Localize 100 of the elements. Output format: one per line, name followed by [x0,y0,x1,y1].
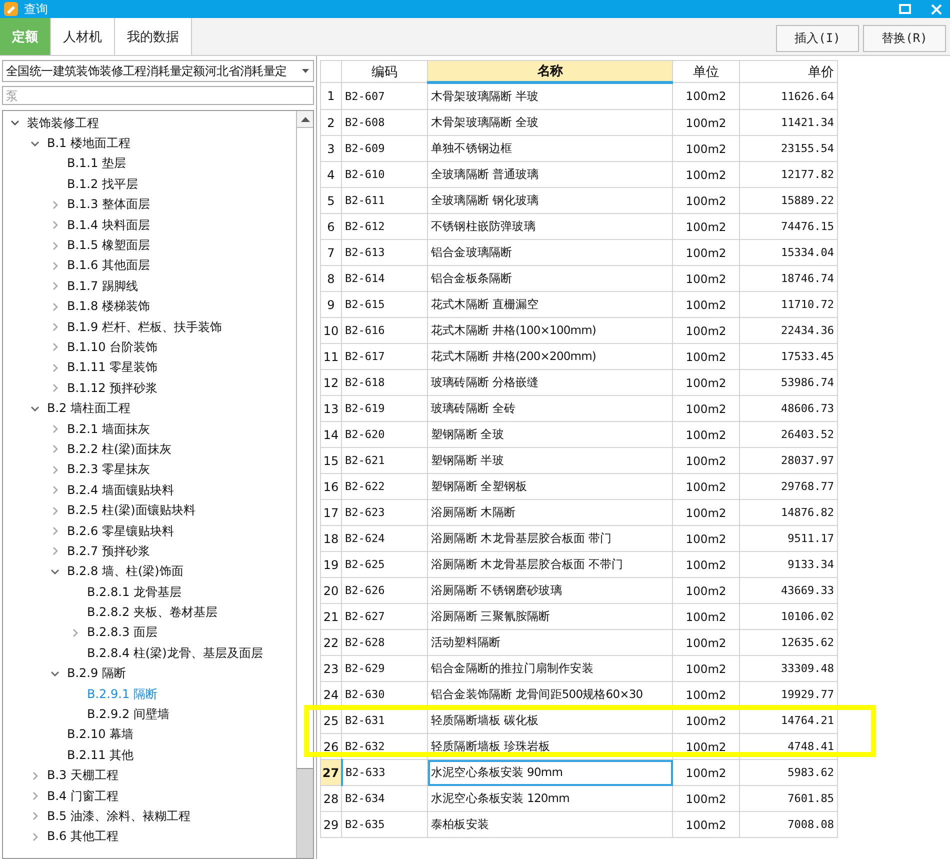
row-number[interactable]: 7 [320,240,342,266]
tree-item[interactable]: B.1.11 零星装饰 [67,359,158,376]
row-number[interactable]: 27 [320,760,342,786]
row-number[interactable]: 22 [320,630,342,656]
tree-item[interactable]: B.1.4 块料面层 [67,216,150,234]
row-number[interactable]: 9 [320,292,342,318]
chevron-right-icon[interactable] [51,221,59,230]
tree-item[interactable]: B.1.2 找平层 [67,176,138,193]
chevron-right-icon[interactable] [51,200,59,209]
row-number[interactable]: 28 [320,786,342,812]
chevron-right-icon[interactable] [51,242,59,250]
row-number[interactable]: 6 [320,214,342,240]
tree-item[interactable]: B.1.5 橡塑面层 [67,237,150,254]
library-dropdown[interactable]: 全国统一建筑装饰装修工程消耗量定额河北省消耗量定 [2,60,314,82]
row-number[interactable]: 19 [320,552,342,578]
tree-item[interactable]: B.1.9 栏杆、栏板、扶手装饰 [67,318,222,336]
chevron-right-icon[interactable] [51,486,59,494]
chevron-right-icon[interactable] [31,812,39,820]
tree-item[interactable]: B.2.7 预拌砂浆 [67,542,150,560]
tree-item[interactable]: B.1.1 垫层 [67,155,126,172]
tree-item[interactable]: B.1.3 整体面层 [67,196,150,214]
row-number[interactable]: 1 [320,82,342,110]
tree-item[interactable]: 装饰装修工程 [27,114,99,132]
chevron-right-icon[interactable] [51,547,59,556]
chevron-down-icon[interactable] [51,670,59,678]
row-number[interactable]: 15 [320,448,342,474]
maximize-icon[interactable] [899,4,911,14]
row-number[interactable]: 3 [320,136,342,162]
tree-item[interactable]: B.2.9.2 间壁墙 [87,706,170,724]
chevron-down-icon[interactable] [51,568,59,576]
chevron-right-icon[interactable] [51,506,59,515]
chevron-right-icon[interactable] [51,282,59,290]
tree-item[interactable]: B.2.2 柱(梁)面抹灰 [67,440,172,458]
row-number[interactable]: 14 [320,422,342,448]
chevron-down-icon[interactable] [31,140,39,148]
chevron-right-icon[interactable] [51,425,59,434]
tree-item[interactable]: B.2.8 墙、柱(梁)饰面 [67,563,184,580]
chevron-right-icon[interactable] [51,302,59,311]
tree-item[interactable]: B.5 油漆、涂料、裱糊工程 [47,808,190,825]
tree-item[interactable]: B.2.8.3 面层 [87,624,158,642]
row-number[interactable]: 10 [320,318,342,344]
search-field[interactable]: 泵 [2,86,314,105]
row-number[interactable]: 21 [320,604,342,630]
row-number[interactable]: 12 [320,370,342,396]
column-header[interactable]: 编码 [342,60,428,82]
row-number[interactable]: 13 [320,396,342,422]
row-number[interactable]: 23 [320,656,342,682]
row-number[interactable]: 29 [320,812,342,838]
tree-item[interactable]: B.1.6 其他面层 [67,257,150,274]
row-number[interactable]: 25 [320,708,342,734]
row-number[interactable]: 5 [320,188,342,214]
tree-item[interactable]: B.2.4 墙面镶贴块料 [67,482,174,499]
chevron-right-icon[interactable] [71,628,79,637]
chevron-right-icon[interactable] [51,384,59,392]
tree-item[interactable]: B.1.8 楼梯装饰 [67,298,150,316]
tree-item[interactable]: B.2 墙柱面工程 [47,400,130,418]
tree-item[interactable]: B.2.9.1 隔断 [87,686,158,703]
chevron-right-icon[interactable] [51,343,59,352]
column-header[interactable]: 名称 [428,60,672,82]
chevron-right-icon[interactable] [51,527,59,535]
tree-item[interactable]: B.2.9 隔断 [67,665,126,682]
row-number[interactable]: 24 [320,682,342,708]
row-number[interactable]: 18 [320,526,342,552]
row-number[interactable]: 16 [320,474,342,500]
row-number[interactable]: 17 [320,500,342,526]
toolbar-button[interactable]: 插入(I) [776,25,859,52]
toolbar-button[interactable]: 替换(R) [863,25,946,52]
chevron-right-icon[interactable] [31,832,39,841]
tree-item[interactable]: B.2.8.4 柱(梁)龙骨、基层及面层 [87,644,263,662]
tree-item[interactable]: B.2.6 零星镶贴块料 [67,522,174,540]
chevron-right-icon[interactable] [31,772,39,780]
column-header[interactable]: 单位 [672,60,740,82]
tab[interactable]: 人材机 [51,18,115,55]
chevron-right-icon[interactable] [51,364,59,372]
scrollbar[interactable] [296,111,313,858]
row-number[interactable]: 20 [320,578,342,604]
close-icon[interactable] [931,4,942,14]
chevron-right-icon[interactable] [51,445,59,454]
tab[interactable]: 我的数据 [115,18,192,55]
tree-item[interactable]: B.2.11 其他 [67,746,134,764]
row-number[interactable]: 2 [320,110,342,136]
tree-item[interactable]: B.4 门窗工程 [47,788,118,805]
tree-item[interactable]: B.2.1 墙面抹灰 [67,420,150,438]
chevron-right-icon[interactable] [31,792,39,800]
tree-item[interactable]: B.3 天棚工程 [47,767,118,784]
tree-item[interactable]: B.2.3 零星抹灰 [67,461,150,478]
column-header[interactable]: 单价 [740,60,838,82]
chevron-down-icon[interactable] [31,404,39,413]
tree-item[interactable]: B.1 楼地面工程 [47,135,130,152]
row-number[interactable]: 4 [320,162,342,188]
chevron-right-icon[interactable] [51,466,59,474]
chevron-right-icon[interactable] [51,262,59,270]
tree-item[interactable]: B.1.7 踢脚线 [67,278,138,295]
row-number[interactable]: 11 [320,344,342,370]
tree-item[interactable]: B.6 其他工程 [47,828,118,846]
tree-item[interactable]: B.1.10 台阶装饰 [67,338,158,356]
chevron-right-icon[interactable] [51,323,59,332]
scroll-up-icon[interactable] [300,116,310,122]
tree-item[interactable]: B.1.12 预拌砂浆 [67,380,158,397]
tree-item[interactable]: B.2.8.2 夹板、卷材基层 [87,604,218,622]
